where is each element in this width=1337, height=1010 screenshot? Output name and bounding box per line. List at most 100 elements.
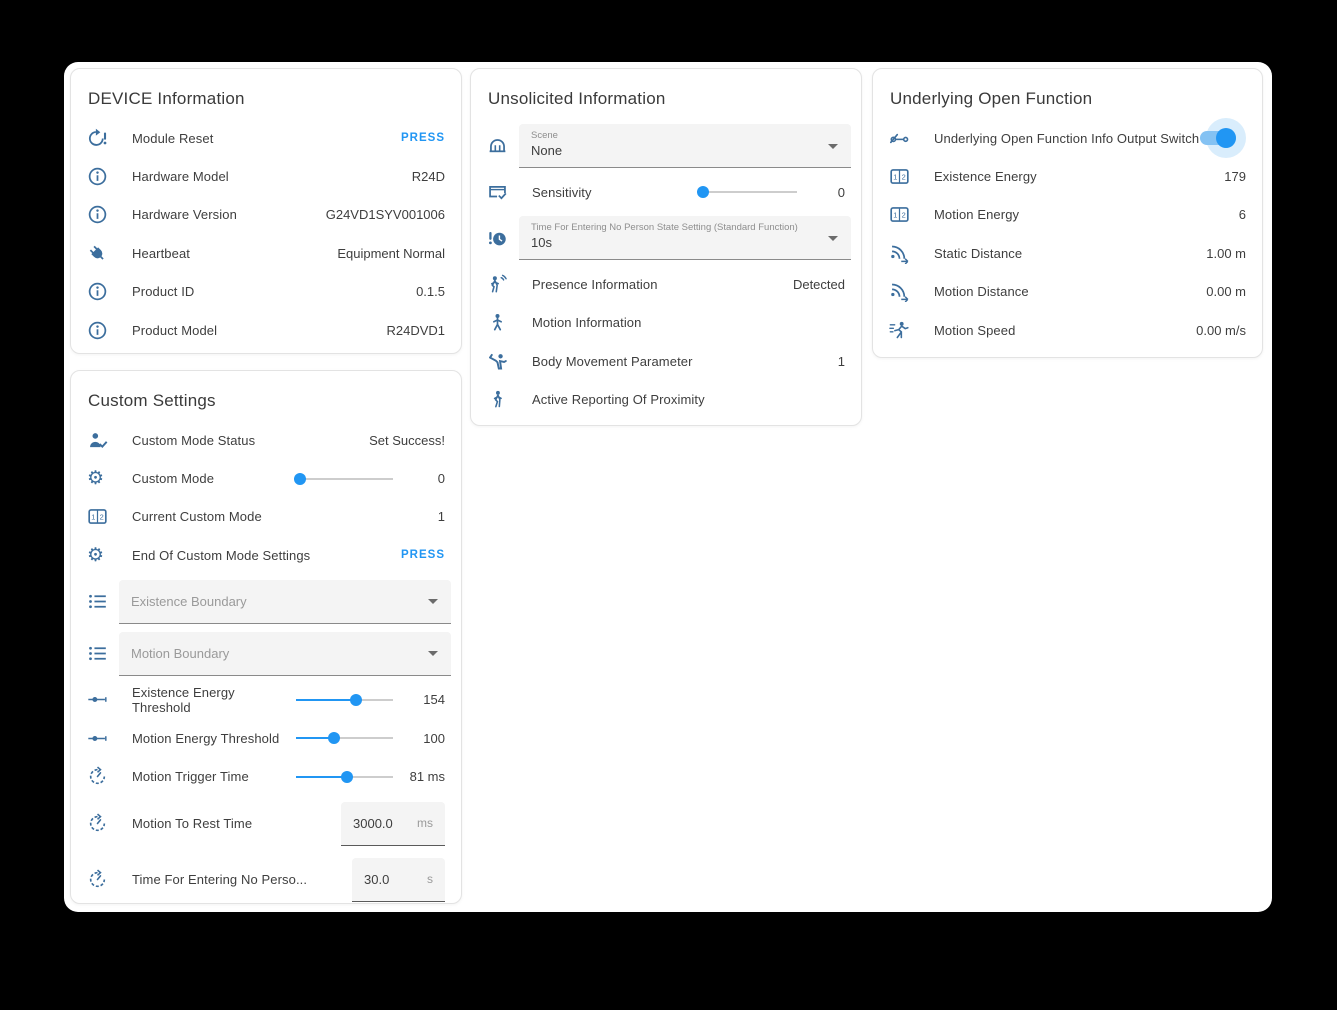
motion-information-label: Motion Information <box>519 315 845 330</box>
product-model-label: Product Model <box>119 323 386 338</box>
existence-energy-threshold-value: 154 <box>393 692 445 707</box>
motion-energy-threshold-slider[interactable] <box>296 728 393 748</box>
product-id-row: Product ID 0.1.5 <box>71 273 461 311</box>
info-icon <box>87 166 119 187</box>
info-output-switch-label: Underlying Open Function Info Output Swi… <box>921 131 1200 146</box>
existence-energy-threshold-slider[interactable] <box>296 690 393 710</box>
motion-to-rest-time-label: Motion To Rest Time <box>119 816 341 831</box>
current-custom-mode-value: 1 <box>438 509 445 524</box>
static-distance-label: Static Distance <box>921 246 1206 261</box>
body-movement-label: Body Movement Parameter <box>519 354 838 369</box>
proximity-walk-icon <box>487 389 519 410</box>
scene-dropdown-label: Scene <box>531 130 817 141</box>
static-distance-value: 1.00 m <box>1206 246 1246 261</box>
slider-track <box>296 478 393 480</box>
chevron-down-icon <box>828 236 838 241</box>
custom-mode-value: 0 <box>393 471 445 486</box>
no-person-time-input-unit: s <box>409 872 433 886</box>
presence-information-value: Detected <box>793 277 845 292</box>
motion-speed-row: Motion Speed 0.00 m/s <box>873 311 1262 349</box>
module-reset-row: Module Reset PRESS <box>71 119 461 157</box>
hardware-model-value: R24D <box>412 169 445 184</box>
existence-boundary-dropdown[interactable]: Existence Boundary <box>119 580 451 624</box>
custom-mode-status-row: Custom Mode Status Set Success! <box>71 421 461 459</box>
existence-boundary-placeholder: Existence Boundary <box>131 594 247 609</box>
no-person-time-dropdown-label: Time For Entering No Person State Settin… <box>531 222 817 233</box>
slider-thumb[interactable] <box>328 732 340 744</box>
timer-icon <box>87 869 119 890</box>
hardware-model-label: Hardware Model <box>119 169 412 184</box>
info-icon <box>87 320 119 341</box>
plug-icon <box>87 243 119 264</box>
list-icon <box>87 591 119 612</box>
slider-thumb[interactable] <box>341 771 353 783</box>
custom-mode-slider[interactable] <box>296 469 393 489</box>
active-reporting-row: Active Reporting Of Proximity <box>471 381 861 419</box>
presence-information-row: Presence Information Detected <box>471 265 861 303</box>
body-movement-icon <box>487 351 519 372</box>
info-icon <box>87 204 119 225</box>
product-id-value: 0.1.5 <box>416 284 445 299</box>
no-person-time-setting-row: Time For Entering No Person State Settin… <box>471 213 861 263</box>
sensitivity-slider[interactable] <box>700 182 797 202</box>
existence-energy-row: Existence Energy 179 <box>873 157 1262 195</box>
info-output-switch-toggle[interactable] <box>1200 118 1246 158</box>
existence-boundary-row: Existence Boundary <box>71 577 461 627</box>
motion-energy-threshold-label: Motion Energy Threshold <box>119 731 296 746</box>
sensitivity-icon <box>487 182 519 203</box>
heartbeat-row: Heartbeat Equipment Normal <box>71 234 461 272</box>
end-custom-mode-label: End Of Custom Mode Settings <box>119 548 401 563</box>
product-id-label: Product ID <box>119 284 416 299</box>
slider-thumb[interactable] <box>697 186 709 198</box>
timer-icon <box>87 813 119 834</box>
motion-to-rest-time-input[interactable]: 3000.0 ms <box>341 802 445 846</box>
signal-icon <box>889 243 921 264</box>
gear-icon: ⚙ <box>87 469 119 488</box>
motion-boundary-dropdown[interactable]: Motion Boundary <box>119 632 451 676</box>
end-custom-mode-row: ⚙ End Of Custom Mode Settings PRESS <box>71 536 461 574</box>
scene-icon <box>487 136 519 157</box>
slider-thumb[interactable] <box>350 694 362 706</box>
body-movement-value: 1 <box>838 354 845 369</box>
scene-dropdown-value: None <box>531 143 817 158</box>
underlying-open-function-title: Underlying Open Function <box>873 69 1262 119</box>
motion-energy-label: Motion Energy <box>921 207 1239 222</box>
device-information-card: DEVICE Information Module Reset PRESS Ha… <box>70 68 462 354</box>
module-reset-press-button[interactable]: PRESS <box>401 132 445 144</box>
motion-to-rest-time-row: Motion To Rest Time 3000.0 ms <box>71 796 461 852</box>
slider-thumb[interactable] <box>294 473 306 485</box>
mini-slider-icon <box>87 689 119 710</box>
no-person-time-input[interactable]: 30.0 s <box>352 858 445 902</box>
running-person-icon <box>889 320 921 341</box>
person-check-icon <box>87 430 119 451</box>
end-custom-mode-press-button[interactable]: PRESS <box>401 549 445 561</box>
motion-trigger-time-row: Motion Trigger Time 81 ms <box>71 757 461 795</box>
hardware-version-label: Hardware Version <box>119 207 326 222</box>
no-person-time-dropdown-value: 10s <box>531 235 817 250</box>
heartbeat-value: Equipment Normal <box>337 246 445 261</box>
heartbeat-label: Heartbeat <box>119 246 337 261</box>
scene-dropdown[interactable]: Scene None <box>519 124 851 168</box>
hardware-version-value: G24VD1SYV001006 <box>326 207 445 222</box>
product-model-value: R24DVD1 <box>386 323 445 338</box>
underlying-open-function-card: Underlying Open Function Underlying Open… <box>872 68 1263 358</box>
gear-icon: ⚙ <box>87 546 119 565</box>
numbers-icon <box>889 166 921 187</box>
numbers-icon <box>889 204 921 225</box>
custom-mode-label: Custom Mode <box>119 471 296 486</box>
active-reporting-label: Active Reporting Of Proximity <box>519 392 845 407</box>
existence-energy-threshold-row: Existence Energy Threshold 154 <box>71 681 461 719</box>
motion-speed-label: Motion Speed <box>921 323 1196 338</box>
hardware-version-row: Hardware Version G24VD1SYV001006 <box>71 196 461 234</box>
motion-trigger-time-value: 81 ms <box>393 769 445 784</box>
motion-to-rest-time-input-value: 3000.0 <box>353 816 393 831</box>
static-distance-row: Static Distance 1.00 m <box>873 234 1262 272</box>
no-person-time-dropdown[interactable]: Time For Entering No Person State Settin… <box>519 216 851 260</box>
presence-information-label: Presence Information <box>519 277 793 292</box>
motion-distance-value: 0.00 m <box>1206 284 1246 299</box>
product-model-row: Product Model R24DVD1 <box>71 311 461 349</box>
scene-row: Scene None <box>471 121 861 171</box>
timer-icon <box>87 766 119 787</box>
motion-trigger-time-slider[interactable] <box>296 767 393 787</box>
current-custom-mode-row: Current Custom Mode 1 <box>71 498 461 536</box>
